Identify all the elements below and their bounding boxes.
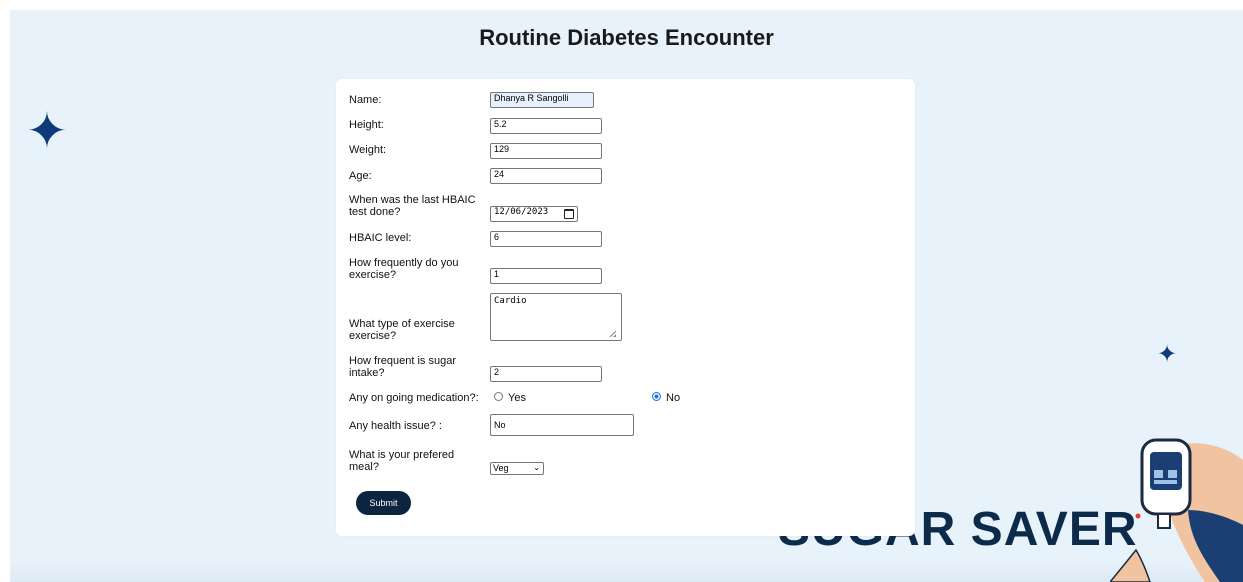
calendar-icon[interactable] [564, 209, 574, 219]
age-input[interactable]: 24 [490, 168, 602, 184]
medication-label: Any on going medication?: [349, 392, 479, 404]
meal-label: What is your prefered meal? [349, 449, 455, 473]
age-label: Age: [349, 170, 372, 182]
resize-handle[interactable] [610, 331, 616, 337]
hbaic-level-label: HBAIC level: [349, 232, 412, 244]
sugar-intake-label: How frequent is sugar intake? [349, 355, 456, 379]
exercise-type-label: What type of exercise exercise? [349, 318, 455, 342]
height-label: Height: [349, 119, 384, 131]
sparkle-icon: ✦ [26, 102, 68, 160]
sparkle-icon: ✦ [1157, 340, 1178, 368]
medication-yes-radio[interactable] [494, 392, 503, 401]
sugar-intake-input[interactable]: 2 [490, 366, 602, 382]
last-hbaic-label: When was the last HBAIC test done? [349, 194, 476, 218]
health-issue-input[interactable]: No [490, 414, 634, 436]
name-input[interactable]: Dhanya R Sangolli [490, 92, 594, 108]
weight-input[interactable]: 129 [490, 143, 602, 159]
medication-no-radio[interactable] [652, 392, 661, 401]
exercise-frequency-label: How frequently do you exercise? [349, 257, 459, 281]
weight-label: Weight: [349, 144, 387, 156]
name-label: Name: [349, 94, 382, 106]
glucose-meter-illustration [1110, 438, 1243, 582]
height-input[interactable]: 5.2 [490, 118, 602, 134]
encounter-form: Name: Dhanya R Sangolli Height: 5.2 Weig… [336, 79, 915, 536]
hbaic-level-input[interactable]: 6 [490, 231, 602, 247]
submit-button[interactable]: Submit [356, 491, 411, 515]
page-title: Routine Diabetes Encounter [479, 25, 774, 50]
chevron-down-icon: ⌄ [533, 463, 540, 472]
meal-select[interactable]: Veg ⌄ [490, 462, 544, 475]
exercise-frequency-input[interactable]: 1 [490, 268, 602, 284]
medication-yes-label: Yes [508, 392, 526, 404]
health-issue-label: Any health issue? : [349, 420, 442, 432]
medication-no-label: No [666, 392, 681, 404]
exercise-type-textarea[interactable]: Cardio [490, 293, 622, 341]
